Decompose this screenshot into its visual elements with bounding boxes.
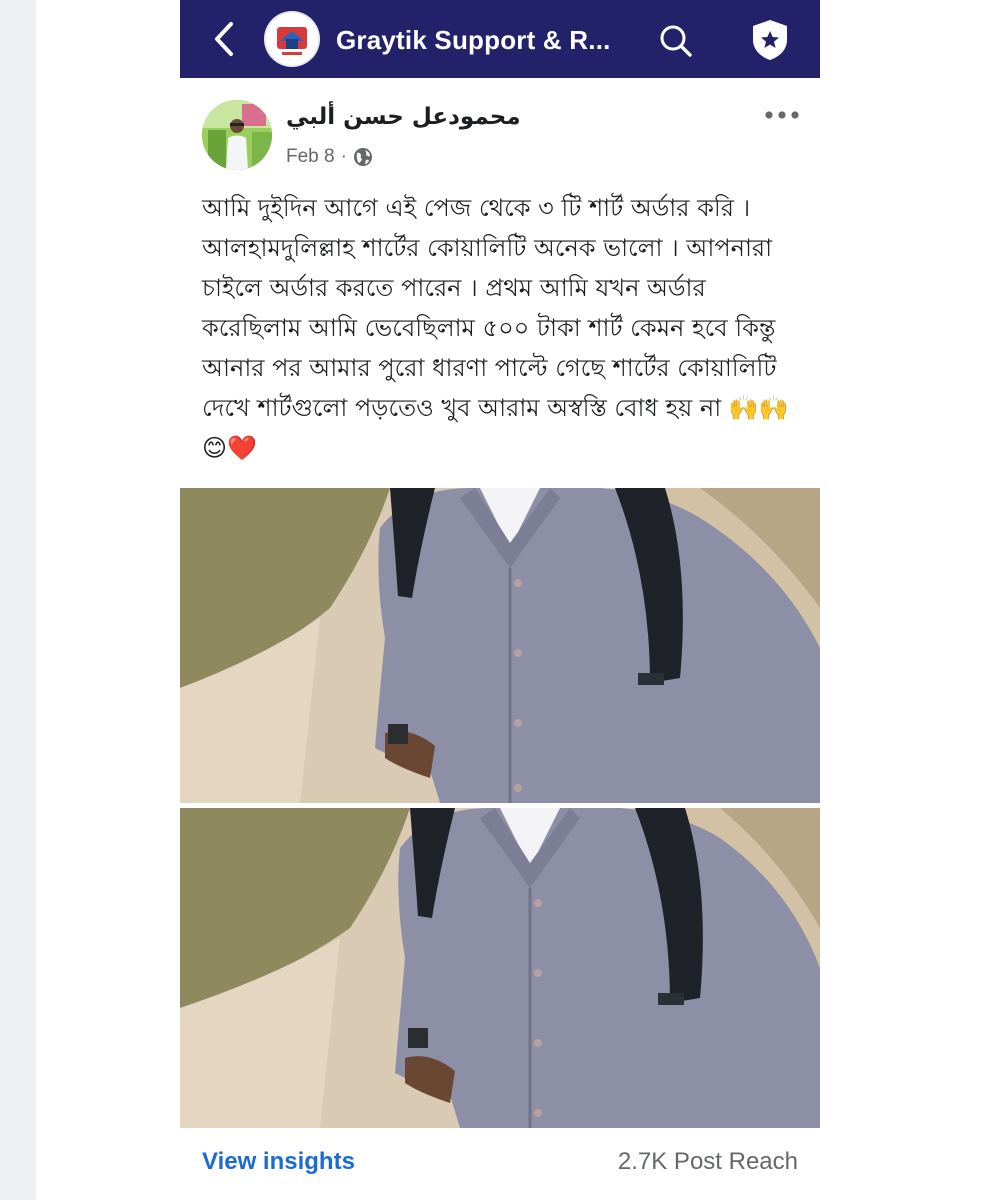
post-text: আমি দুইদিন আগে এই পেজ থেকে ৩ টি শার্ট অর… — [202, 194, 789, 462]
post-photo-2[interactable] — [180, 808, 820, 1128]
globe-icon — [353, 148, 372, 166]
shirt-photo — [180, 808, 820, 1128]
page-title: Graytik Support & R... — [336, 25, 611, 55]
avatar-photo — [202, 100, 272, 170]
top-app-bar: Graytik Support & R... — [180, 0, 820, 78]
chevron-left-icon — [215, 22, 233, 56]
view-insights-link[interactable]: View insights — [202, 1145, 355, 1179]
more-horizontal-icon — [765, 111, 799, 119]
meta-separator: · — [340, 146, 347, 167]
background-strip — [0, 0, 36, 1200]
post-reach: 2.7K Post Reach — [617, 1148, 798, 1175]
post-screen: Graytik Support & R... محمودعل حسن ألبي … — [180, 0, 820, 1200]
search-icon — [660, 25, 692, 57]
page-logo[interactable] — [264, 11, 320, 67]
shield-star-icon — [753, 20, 787, 60]
post-meta: Feb 8 · — [286, 144, 373, 170]
shirt-photo — [180, 488, 820, 803]
search-button[interactable] — [656, 21, 696, 61]
post-photo-1[interactable] — [180, 488, 820, 803]
more-options-button[interactable] — [762, 100, 802, 130]
page-shield-button[interactable] — [748, 18, 792, 62]
author-name[interactable]: محمودعل حسن ألبي — [286, 100, 546, 134]
graytik-logo-icon — [264, 11, 320, 67]
post-date[interactable]: Feb 8 — [286, 146, 335, 168]
author-avatar[interactable] — [202, 100, 272, 170]
back-button[interactable] — [204, 19, 244, 59]
